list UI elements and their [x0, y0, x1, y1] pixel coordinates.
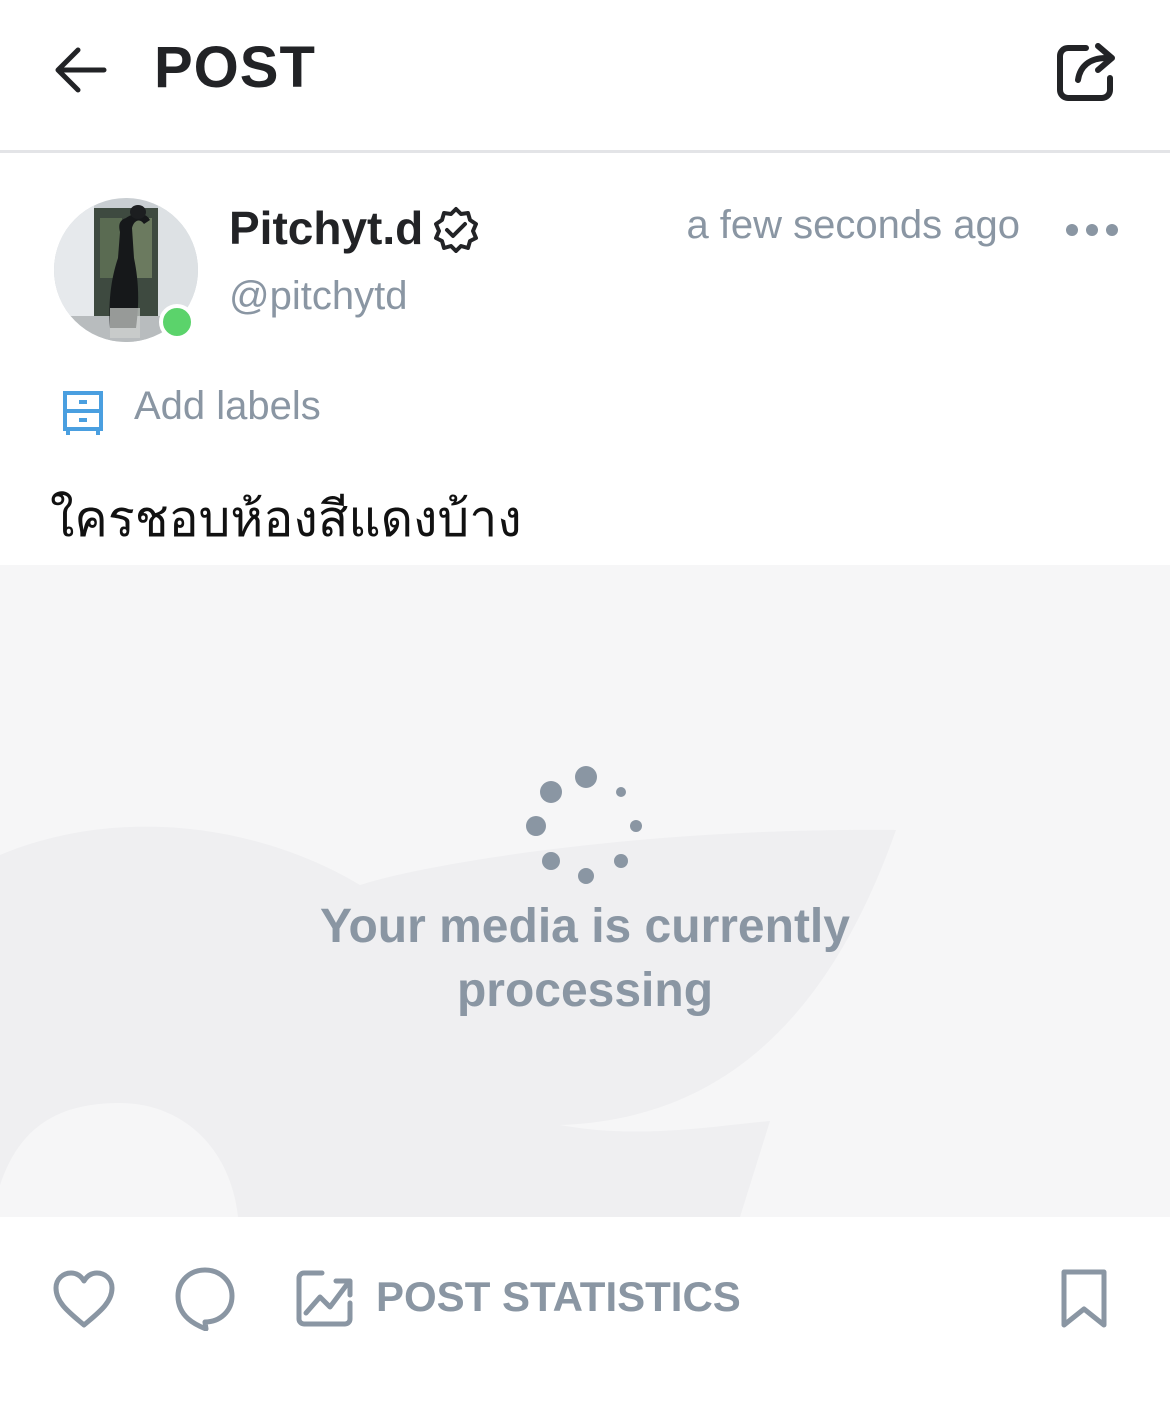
verified-badge-icon: [432, 205, 480, 253]
processing-line-1: Your media is currently: [320, 900, 850, 953]
post-author-row: Pitchyt.d @pitchytd a few seconds ago: [0, 153, 1170, 363]
post-actions-bar: POST STATISTICS: [0, 1217, 1170, 1404]
labels-drawer-icon: [62, 390, 104, 436]
share-button[interactable]: [1050, 34, 1124, 108]
online-status-dot: [159, 304, 195, 340]
comment-icon: [175, 1267, 235, 1332]
arrow-left-icon: [55, 47, 107, 93]
heart-icon: [53, 1270, 115, 1328]
processing-message: Your media is currently processing: [0, 895, 1170, 1023]
comment-button[interactable]: [172, 1265, 238, 1332]
add-labels-label: Add labels: [134, 384, 321, 428]
media-placeholder: Your media is currently processing: [0, 565, 1170, 1217]
more-options-button[interactable]: [1062, 215, 1122, 245]
statistics-chart-icon: [294, 1267, 356, 1329]
page-title: POST: [154, 35, 316, 100]
author-name[interactable]: Pitchyt.d: [229, 201, 423, 255]
processing-line-2: processing: [456, 964, 714, 1017]
post-statistics-label: POST STATISTICS: [376, 1273, 741, 1320]
post-text: ใครชอบห้องสีแดงบ้าง: [50, 491, 522, 547]
like-button[interactable]: [50, 1267, 118, 1331]
author-handle[interactable]: @pitchytd: [229, 274, 407, 319]
loading-spinner-icon: [522, 763, 650, 891]
post-statistics-button[interactable]: POST STATISTICS: [294, 1265, 741, 1331]
more-horizontal-icon: [1066, 224, 1118, 236]
back-button[interactable]: [48, 38, 112, 102]
bookmark-icon: [1061, 1269, 1107, 1328]
top-bar: POST: [0, 0, 1170, 153]
share-icon: [1057, 43, 1115, 101]
post-timestamp: a few seconds ago: [686, 203, 1020, 247]
bookmark-button[interactable]: [1056, 1267, 1112, 1329]
